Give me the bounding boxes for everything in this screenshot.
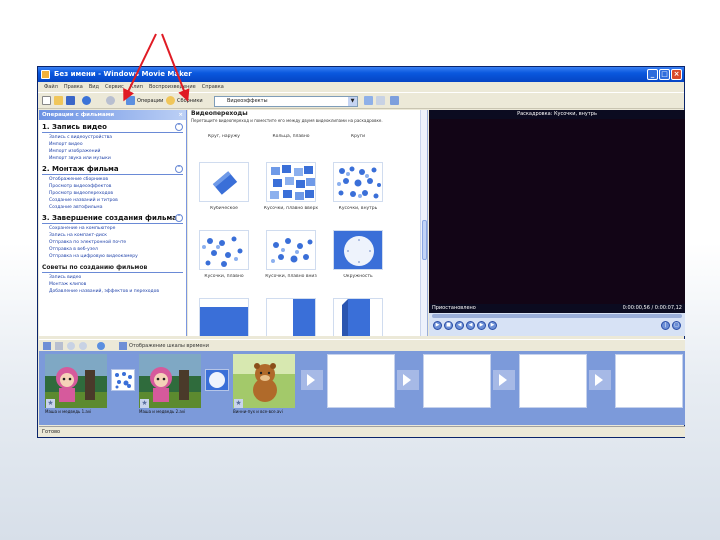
annotation-arrow-left: [123, 33, 157, 102]
annotation-arrow-right: [161, 33, 190, 102]
annotation-arrows: [123, 33, 190, 102]
